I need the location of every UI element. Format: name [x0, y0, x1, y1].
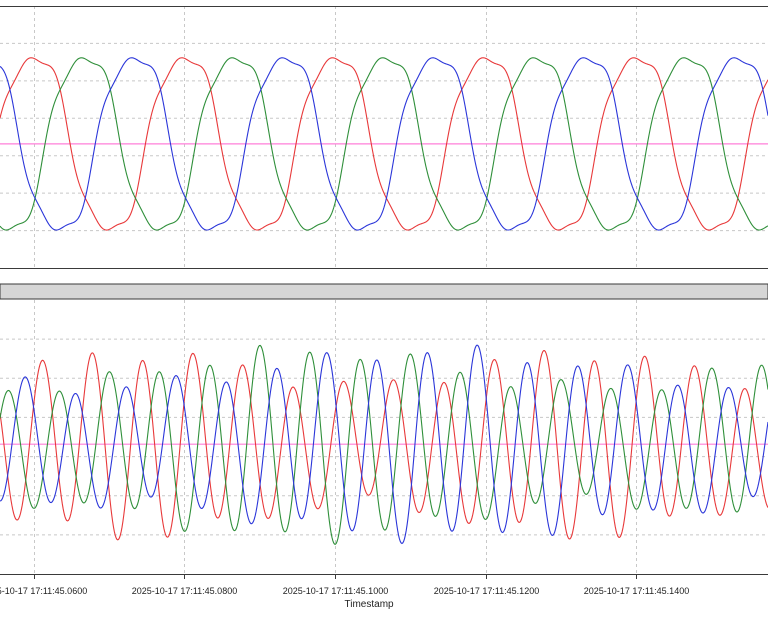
top-gridlines — [0, 6, 768, 268]
x-tick-label: 2025-10-17 17:11:45.1400 — [584, 586, 689, 596]
x-tick-label: 2025-10-17 17:11:45.1200 — [434, 586, 539, 596]
x-tick-label: 2025-10-17 17:11:45.1000 — [283, 586, 388, 596]
bottom-series-phase-a — [0, 349, 768, 541]
bottom-series-phase-b — [0, 344, 768, 545]
x-tick-label: 2025-10-17 17:11:45.0800 — [132, 586, 237, 596]
bottom-plot-panel[interactable] — [0, 300, 768, 575]
panel-splitter[interactable] — [0, 283, 768, 300]
x-tick-label: 2025-10-17 17:11:45.0600 — [0, 586, 87, 596]
chart-container: 2025-10-17 17:11:45.0600 2025-10-17 17:11… — [0, 0, 768, 619]
x-axis-title: Timestamp — [345, 599, 395, 610]
chart-canvas: 2025-10-17 17:11:45.0600 2025-10-17 17:11… — [0, 6, 768, 610]
top-plot-panel[interactable] — [0, 6, 768, 269]
x-axis: 2025-10-17 17:11:45.0600 2025-10-17 17:11… — [0, 574, 689, 596]
